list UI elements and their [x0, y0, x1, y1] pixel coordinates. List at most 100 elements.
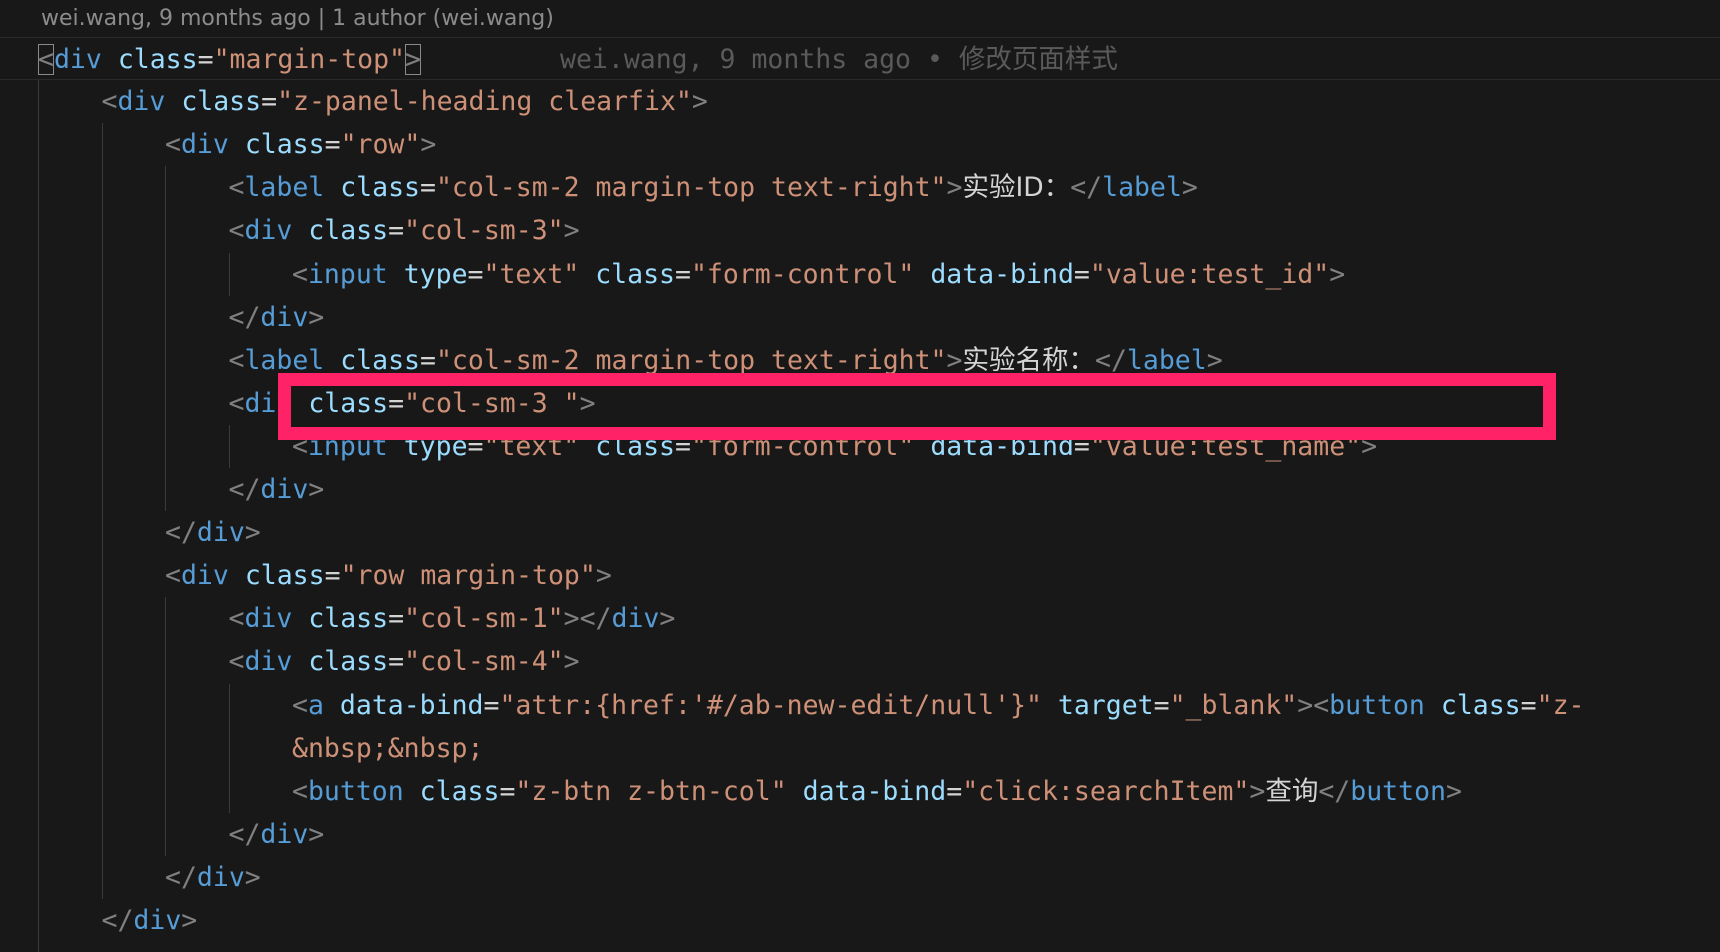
code-attribute: class: [308, 387, 389, 419]
code-punctuation: >: [659, 603, 676, 635]
code-line[interactable]: <label class="col-sm-2 margin-top text-r…: [0, 166, 1720, 209]
code-equals: =: [1073, 258, 1090, 290]
code-line[interactable]: </div>: [0, 468, 1720, 511]
code-line[interactable]: <input type="text" class="form-control" …: [0, 253, 1720, 296]
code-line[interactable]: </div>: [0, 296, 1720, 339]
code-tag-name: label: [244, 172, 325, 204]
code-punctuation: </: [228, 818, 261, 850]
code-tag-name: button: [1329, 689, 1425, 721]
code-punctuation: <: [292, 775, 308, 807]
code-attribute: class: [308, 646, 389, 678]
code-attribute: class: [1440, 689, 1521, 721]
code-punctuation: </: [165, 517, 197, 549]
code-tag-name: div: [53, 44, 102, 75]
codelens-blame-summary[interactable]: wei.wang, 9 months ago | 1 author (wei.w…: [41, 2, 554, 36]
code-string: "z-panel-heading clearfix": [277, 86, 692, 118]
code-punctuation: >: [1249, 775, 1266, 807]
code-tag-name: div: [244, 646, 293, 678]
code-line[interactable]: <div class="col-sm-4">: [0, 640, 1720, 683]
code-punctuation: >: [405, 44, 421, 75]
code-line[interactable]: <div class="col-sm-1"></div>: [0, 597, 1720, 640]
code-punctuation: >: [1446, 775, 1462, 807]
inline-blame-annotation: wei.wang, 9 months ago • 修改页面样式: [560, 44, 1118, 75]
code-line[interactable]: <input type="text" class="form-control" …: [0, 425, 1720, 468]
code-punctuation: >: [181, 905, 198, 936]
code-line[interactable]: <a data-bind="attr:{href:'#/ab-new-edit/…: [0, 684, 1720, 727]
code-attribute: data-bind: [930, 258, 1074, 290]
code-attribute: class: [419, 775, 500, 807]
code-line[interactable]: <div class="col-sm-3 ">: [0, 382, 1720, 425]
code-string: "col-sm-2 margin-top text-right": [435, 172, 947, 204]
code-punctuation: >: [946, 344, 963, 376]
code-attribute: class: [117, 44, 198, 75]
code-tag-name: div: [244, 215, 293, 247]
code-tag-name: div: [260, 818, 309, 850]
code-line[interactable]: </div>: [0, 813, 1720, 856]
code-line[interactable]: <div class="margin-top"> wei.wang, 9 mont…: [0, 37, 1720, 80]
code-attribute: target: [1057, 689, 1154, 721]
code-string: "attr:{href:'#/ab-new-edit/null'}": [499, 689, 1042, 721]
code-tag-name: a: [307, 689, 324, 721]
code-punctuation: ><: [1297, 689, 1330, 721]
code-line[interactable]: <div class="z-panel-heading clearfix">: [0, 80, 1720, 123]
code-attribute: class: [244, 129, 325, 161]
code-line[interactable]: </div>: [0, 899, 1720, 942]
code-punctuation: >: [308, 818, 325, 850]
code-line-content: </div>: [229, 468, 325, 511]
code-punctuation: >: [563, 215, 580, 247]
code-line-content: <div class="row">: [165, 123, 436, 166]
code-line[interactable]: <label class="col-sm-2 margin-top text-r…: [0, 339, 1720, 382]
code-punctuation: </: [1070, 172, 1103, 204]
code-attribute: type: [403, 430, 468, 462]
code-punctuation: <: [228, 387, 245, 419]
code-punctuation: </: [165, 861, 197, 893]
code-punctuation: >: [563, 646, 580, 678]
code-string: "margin-top": [213, 44, 406, 75]
code-string: "click:searchItem": [962, 775, 1250, 807]
code-punctuation: <: [101, 86, 118, 118]
code-punctuation: <: [292, 689, 308, 721]
code-string: "z-: [1536, 689, 1585, 721]
code-punctuation: </: [1318, 775, 1351, 807]
code-tag-name: div: [180, 560, 229, 592]
code-tag-name: label: [1126, 344, 1207, 376]
code-punctuation: </: [101, 905, 134, 936]
code-punctuation: >: [308, 474, 325, 505]
code-text: 查询: [1265, 775, 1319, 807]
code-line-content: </div>: [102, 899, 198, 942]
code-equals: =: [324, 560, 341, 592]
code-punctuation: >: [420, 129, 437, 161]
code-equals: =: [675, 258, 691, 290]
code-string: "text": [483, 258, 580, 290]
code-line[interactable]: <div class="row margin-top">: [0, 554, 1720, 597]
code-line[interactable]: &nbsp;&nbsp;: [0, 727, 1720, 770]
code-line[interactable]: <div class="row">: [0, 123, 1720, 166]
code-line[interactable]: <button class="z-btn z-btn-col" data-bin…: [0, 770, 1720, 813]
code-punctuation: </: [1094, 344, 1127, 376]
code-line[interactable]: </div>: [0, 856, 1720, 899]
code-line-content: </div>: [229, 813, 325, 856]
code-string: &nbsp;&nbsp;: [292, 732, 484, 764]
code-punctuation: ></: [563, 603, 612, 635]
code-line-content: <label class="col-sm-2 margin-top text-r…: [229, 339, 1223, 382]
code-tag-name: div: [196, 517, 245, 549]
code-string: "col-sm-2 margin-top text-right": [435, 344, 947, 376]
code-editor[interactable]: <div class="margin-top"> wei.wang, 9 mont…: [0, 37, 1720, 952]
code-string: "text": [483, 430, 580, 462]
code-tag-name: label: [244, 344, 325, 376]
code-tag-name: div: [244, 387, 293, 419]
code-string: "col-sm-4": [404, 646, 564, 678]
code-line[interactable]: <div class="col-sm-3">: [0, 209, 1720, 252]
code-line[interactable]: </div>: [0, 511, 1720, 554]
